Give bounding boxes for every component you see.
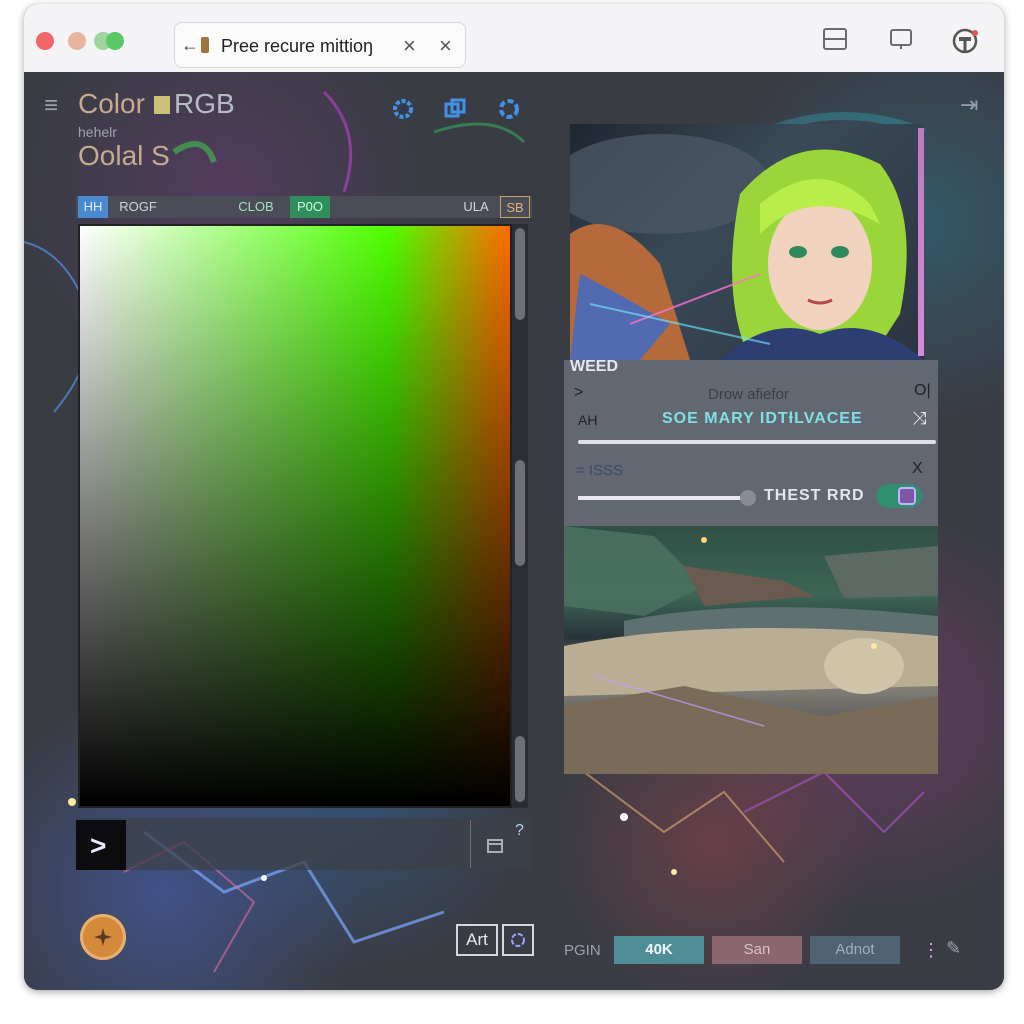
color-picker-round-button[interactable] — [80, 914, 126, 960]
title-bar: ← Pree recure mittioŋ × × — [24, 4, 1004, 73]
refresh-icon[interactable] — [496, 96, 522, 122]
row2-label: AH — [578, 412, 598, 428]
scrollbar-thumb-middle[interactable] — [515, 460, 525, 566]
shuffle-icon[interactable]: ⤨ — [912, 408, 926, 429]
favicon-icon — [201, 37, 209, 53]
collapse-panel-icon[interactable]: ⇥ — [960, 92, 978, 118]
pin-icon[interactable]: ✎ — [946, 938, 961, 959]
theme-toggle[interactable] — [876, 484, 922, 508]
properties-header: WEED — [570, 358, 618, 375]
slider-label: THEST RRD — [764, 487, 865, 504]
hue-scrollbar[interactable] — [512, 224, 528, 808]
scrollbar-thumb-top[interactable] — [515, 228, 525, 320]
back-arrow-icon[interactable]: ← — [181, 35, 199, 56]
tab-title: Pree recure mittioŋ — [221, 36, 374, 56]
menu-icon[interactable]: ≡ — [44, 92, 58, 120]
segment-clob[interactable]: CLOB — [226, 196, 286, 218]
preset-40k-button[interactable]: 40K — [614, 936, 704, 964]
toggle-icon[interactable]: O| — [914, 382, 931, 400]
segment-poo[interactable]: P0O — [290, 196, 330, 218]
landscape-preview-image — [564, 526, 938, 774]
star-icon — [94, 928, 112, 946]
preview-row: > ? — [76, 818, 532, 870]
panel-layout-icon[interactable] — [820, 26, 850, 56]
row3-close-icon[interactable]: X — [912, 460, 923, 478]
preview-chevron-icon: > — [90, 830, 107, 861]
slider-thumb[interactable] — [740, 490, 756, 506]
progress-line — [578, 440, 936, 444]
color-mode-segments: HH ROGF CLOB P0O ULA SB — [76, 196, 532, 218]
fullscreen-window-button[interactable] — [106, 32, 124, 50]
close-window-button[interactable] — [36, 32, 54, 50]
browser-tab[interactable]: ← Pree recure mittioŋ × × — [174, 22, 466, 68]
more-options-icon[interactable]: ⋮ — [922, 940, 940, 961]
main-content: ≡ Color RGB hehelr Oolal S ⇥ HH ROGF CLO… — [24, 72, 1004, 990]
settings-gear-icon[interactable] — [390, 96, 416, 122]
draw-effect-label: Drow afiefor — [708, 386, 789, 403]
preview-swatch[interactable]: > — [76, 820, 126, 870]
segment-sb[interactable]: SB — [500, 196, 530, 218]
reset-icon — [511, 933, 525, 947]
art-button[interactable]: Art — [456, 924, 498, 956]
slider-track[interactable] — [578, 496, 748, 500]
bottom-prefix-label: PGIN — [564, 942, 601, 959]
segment-ula[interactable]: ULA — [452, 196, 500, 218]
tab-close-secondary-icon[interactable]: × — [439, 33, 452, 59]
app-title-mode: RGB — [174, 88, 235, 119]
layers-icon[interactable] — [442, 96, 468, 122]
profile-icon[interactable] — [950, 26, 980, 56]
preset-name: SOE MARY IDTƚLVACEE — [662, 410, 863, 427]
subtitle: hehelr — [78, 124, 117, 140]
segment-hh[interactable]: HH — [78, 196, 108, 218]
scrollbar-thumb-bottom[interactable] — [515, 736, 525, 802]
san-button[interactable]: San — [712, 936, 802, 964]
row3-label: = ISSS — [576, 462, 624, 479]
tab-close-icon[interactable]: × — [403, 33, 416, 59]
reset-button[interactable] — [502, 924, 534, 956]
toggle-knob — [898, 487, 916, 505]
app-window: ← Pree recure mittioŋ × × ≡ Color RGB he… — [24, 4, 1004, 990]
row-expand-icon[interactable]: > — [574, 384, 583, 402]
segment-rogf[interactable]: ROGF — [110, 196, 166, 218]
character-preview-image — [570, 124, 924, 360]
portrait-hue-strip[interactable] — [918, 128, 924, 356]
saturation-value-field[interactable] — [78, 224, 512, 808]
copy-icon — [487, 839, 503, 853]
landscape-illustration — [564, 526, 938, 774]
help-icon[interactable]: ? — [515, 822, 524, 840]
properties-panel: WEED > Drow afiefor O| AH SOE MARY IDTƚL… — [564, 358, 938, 526]
device-icon[interactable] — [886, 26, 916, 56]
character-illustration — [570, 134, 924, 360]
subtitle-secondary: Oolal S — [78, 140, 170, 171]
minimize-window-button[interactable] — [68, 32, 86, 50]
color-swatch-icon — [154, 96, 170, 114]
adnot-button[interactable]: Adnot — [810, 936, 900, 964]
copy-button[interactable]: ? — [470, 820, 531, 868]
app-title: Color — [78, 88, 145, 119]
